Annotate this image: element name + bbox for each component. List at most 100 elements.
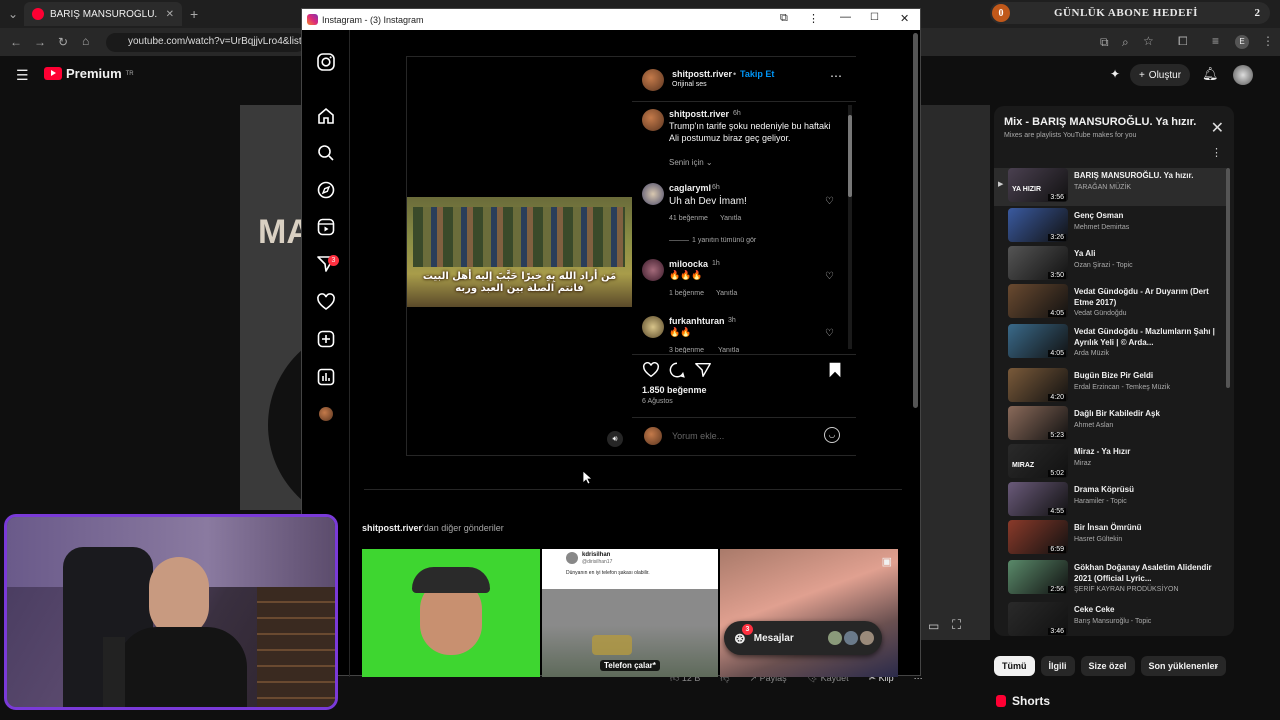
cast-icon[interactable]: ✦: [1110, 67, 1120, 81]
home-icon[interactable]: [316, 106, 336, 126]
chips-next-icon[interactable]: ›: [1214, 659, 1218, 673]
like-count[interactable]: 1.850 beğenme: [642, 385, 707, 395]
reels-icon[interactable]: [316, 217, 336, 237]
instagram-scrollbar[interactable]: [913, 33, 918, 408]
author-username[interactable]: shitpostt.river: [672, 69, 732, 79]
youtube-video-player-right[interactable]: ▭ ⛶: [920, 105, 990, 640]
filter-chip[interactable]: Size özel: [1080, 656, 1135, 676]
sound-icon[interactable]: 🔊︎: [607, 431, 623, 447]
author-avatar[interactable]: [642, 69, 664, 91]
back-icon[interactable]: ←: [10, 35, 22, 49]
install-icon[interactable]: ⧉: [1100, 35, 1109, 50]
post-tile[interactable]: kdrisilhan @dirisilhan17 Dünyanın en iyi…: [542, 549, 718, 677]
audio-label[interactable]: Orijinal ses: [672, 81, 707, 88]
minimize-icon[interactable]: —: [840, 11, 851, 23]
comment-reply[interactable]: Yanıtla: [718, 347, 739, 353]
new-tab-icon[interactable]: +: [190, 6, 198, 22]
bell-icon[interactable]: 🔔︎: [1202, 66, 1219, 82]
comment-avatar[interactable]: [642, 316, 664, 338]
playlist-item[interactable]: 3:50 Ya Ali Ozan Şirazi - Topic: [994, 246, 1226, 282]
profile-avatar[interactable]: E: [1235, 35, 1249, 49]
comments-scrollbar-thumb[interactable]: [848, 115, 852, 197]
profile-avatar[interactable]: [319, 407, 333, 421]
window-extension-icon[interactable]: ⧉: [780, 12, 788, 25]
comment-input[interactable]: Yorum ekle...: [672, 431, 724, 441]
tab-search-icon[interactable]: ⌄: [8, 7, 18, 21]
youtube-logo[interactable]: Premium TR: [44, 66, 134, 81]
maximize-icon[interactable]: ☐: [870, 12, 879, 23]
browser-menu-icon[interactable]: ⋮: [1262, 34, 1274, 48]
comment-username[interactable]: furkanhturan: [669, 316, 725, 326]
follow-button[interactable]: Takip Et: [740, 69, 774, 79]
playlist-item[interactable]: 5:23 Dağlı Bir Kabiledir Aşk Ahmet Aslan: [994, 406, 1226, 442]
comment-avatar[interactable]: [642, 259, 664, 281]
close-tab-icon[interactable]: ✕: [166, 9, 174, 20]
comment-likes[interactable]: 1 beğenme: [669, 290, 704, 297]
view-replies-link[interactable]: 1 yanıtın tümünü gör: [692, 237, 756, 244]
playlist-item[interactable]: MIRAZ 5:02 Miraz - Ya Hızır Miraz: [994, 444, 1226, 480]
comments-scrollbar-track[interactable]: [848, 105, 852, 349]
comment-reply[interactable]: Yanıtla: [720, 215, 741, 222]
create-button[interactable]: + Oluştur: [1130, 64, 1190, 86]
comment-likes[interactable]: 41 beğenme: [669, 215, 708, 222]
tab-youtube[interactable]: BARIŞ MANSUROĞLU. Ya hızır. ✕: [24, 2, 182, 26]
reading-list-icon[interactable]: ≡: [1212, 34, 1219, 48]
close-playlist-icon[interactable]: ✕: [1211, 118, 1224, 138]
hamburger-menu-icon[interactable]: ☰: [16, 67, 29, 84]
comment-bubble-icon[interactable]: [668, 361, 686, 379]
playlist-item[interactable]: 2:56 Gökhan Doğanay Asaletim Alidendir 20…: [994, 560, 1226, 596]
more-posts-username[interactable]: shitpostt.river: [362, 523, 422, 533]
close-window-icon[interactable]: ✕: [900, 12, 909, 25]
post-tile[interactable]: [362, 549, 540, 677]
playlist-item[interactable]: 4:20 Bugün Bize Pir Geldi Erdal Erzincan -…: [994, 368, 1226, 404]
caption-username[interactable]: shitpostt.river: [669, 109, 729, 119]
save-bookmark-icon[interactable]: [827, 361, 843, 379]
miniplayer-icon[interactable]: ▭: [928, 619, 939, 633]
comment-like-heart-icon[interactable]: ♡: [825, 271, 834, 282]
playlist-item[interactable]: ▶ YA HIZIR 3:56 BARIŞ MANSUROĞLU. Ya hızır.…: [994, 168, 1226, 206]
notifications-heart-icon[interactable]: [316, 292, 336, 312]
comment-like-heart-icon[interactable]: ♡: [825, 328, 834, 339]
share-icon[interactable]: [694, 361, 712, 379]
extensions-icon[interactable]: ⧠: [1178, 34, 1188, 49]
window-menu-icon[interactable]: ⋮: [808, 12, 819, 25]
for-you-dropdown[interactable]: Senin için ⌄: [669, 158, 713, 167]
dashboard-icon[interactable]: [316, 367, 336, 387]
account-avatar[interactable]: [1233, 65, 1253, 85]
playlist-item[interactable]: 3:46 Ceke Ceke Barış Mansuroğlu - Topic: [994, 602, 1226, 636]
caption-avatar[interactable]: [642, 109, 664, 131]
post-tile[interactable]: ▣: [720, 549, 898, 677]
fullscreen-icon[interactable]: ⛶: [952, 617, 961, 633]
filter-chip[interactable]: Tümü: [994, 656, 1035, 676]
comment-likes[interactable]: 3 beğenme: [669, 347, 704, 353]
reload-icon[interactable]: ↻: [58, 35, 68, 49]
create-post-icon[interactable]: [316, 329, 336, 349]
messages-popup-button[interactable]: ⊛ 3 Mesajlar: [724, 621, 882, 655]
forward-icon[interactable]: →: [34, 35, 46, 49]
post-options-icon[interactable]: ⋯: [830, 69, 842, 83]
playlist-item[interactable]: 4:05 Vedat Gündoğdu - Ar Duyarım (Dert Et…: [994, 284, 1226, 320]
playlist-item[interactable]: 3:26 Genç Osman Mehmet Demirtas: [994, 208, 1226, 244]
instagram-logo-icon[interactable]: [316, 52, 336, 72]
filter-chip[interactable]: İlgili: [1040, 656, 1075, 676]
post-video[interactable]: مَن أراد الله بِهِ خيرًا حَبَّبَ إليه أه…: [407, 57, 632, 455]
comment-like-heart-icon[interactable]: ♡: [825, 196, 834, 207]
playlist-item[interactable]: 4:05 Vedat Gündoğdu - Mazlumların Şahı | …: [994, 324, 1226, 360]
emoji-icon[interactable]: ◡: [824, 427, 840, 443]
comment-username[interactable]: miloocka: [669, 259, 708, 269]
search-icon[interactable]: [316, 143, 336, 163]
playlist-menu-icon[interactable]: ⋮: [1211, 146, 1222, 159]
comment-username[interactable]: caglaryml: [669, 183, 711, 193]
explore-icon[interactable]: [316, 180, 336, 200]
youtube-video-player[interactable]: MA: [240, 105, 302, 510]
playlist-scrollbar[interactable]: [1226, 168, 1230, 388]
bookmark-star-icon[interactable]: ☆: [1143, 34, 1154, 48]
playlist-item[interactable]: 6:59 Bir İnsan Ömrünü Hasret Gültekin: [994, 520, 1226, 556]
home-icon[interactable]: ⌂: [82, 34, 89, 48]
playlist-item[interactable]: 4:55 Drama Köprüsü Haramiler - Topic: [994, 482, 1226, 518]
zoom-icon[interactable]: ⌕: [1122, 35, 1129, 50]
url-input[interactable]: youtube.com/watch?v=UrBqjjvLro4&list=F: [106, 33, 306, 52]
comment-avatar[interactable]: [642, 183, 664, 205]
comment-reply[interactable]: Yanıtla: [716, 290, 737, 297]
like-heart-icon[interactable]: [642, 361, 660, 379]
